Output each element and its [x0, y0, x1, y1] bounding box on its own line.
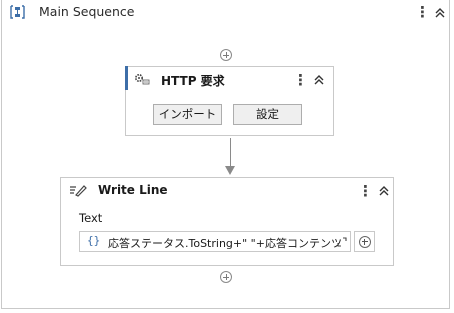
http-activity-title: HTTP 要求 [161, 74, 225, 88]
sequence-icon [10, 5, 25, 19]
activity-selection-bar [125, 66, 128, 90]
http-more-options-icon[interactable]: ⋮ [293, 73, 308, 88]
write-line-activity[interactable]: Write Line ⋮ [60, 177, 394, 266]
sequence-title: Main Sequence [39, 4, 135, 19]
text-expression-input[interactable]: {} 応答ステータス.ToString+" "+応答コンテンツ [79, 231, 351, 252]
write-line-collapse-icon[interactable] [377, 184, 391, 198]
write-line-title: Write Line [98, 183, 168, 197]
http-request-activity[interactable]: HTTP 要求 ⋮ インポート 設定 [125, 66, 334, 136]
sequence-header: Main Sequence ⋮ [2, 0, 449, 24]
expand-editor-icon[interactable] [337, 237, 347, 247]
import-button[interactable]: インポート [153, 104, 222, 125]
sequence-collapse-icon[interactable] [433, 6, 447, 20]
text-expression-value: 応答ステータス.ToString+" "+応答コンテンツ [108, 237, 342, 250]
sequence-more-options-icon[interactable]: ⋮ [415, 5, 430, 20]
connector-arrow-icon [225, 166, 235, 175]
write-line-more-options-icon[interactable]: ⋮ [358, 184, 373, 199]
settings-button[interactable]: 設定 [233, 104, 302, 125]
expression-braces-icon: {} [87, 234, 101, 247]
connector-line [230, 138, 231, 166]
add-activity-bottom-icon[interactable] [220, 271, 232, 283]
http-gear-icon [134, 73, 150, 85]
http-collapse-icon[interactable] [312, 73, 326, 87]
add-activity-top-icon[interactable] [220, 49, 232, 61]
add-variable-icon [358, 235, 371, 248]
add-variable-button[interactable] [354, 231, 375, 252]
write-line-icon [70, 185, 87, 197]
main-sequence-container[interactable]: Main Sequence ⋮ HTTP 要求 ⋮ インポート 設定 Write… [1, 0, 450, 309]
text-field-label: Text [79, 211, 103, 225]
